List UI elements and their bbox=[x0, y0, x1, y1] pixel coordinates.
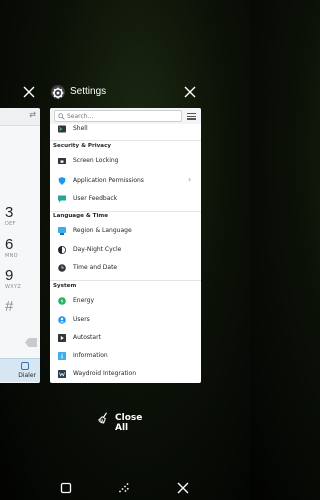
settings-item-day-night-cycle[interactable]: Day-Night Cycle bbox=[50, 242, 201, 258]
settings-item-time-and-date[interactable]: Time and Date bbox=[50, 260, 201, 276]
dial-key-hash[interactable]: # bbox=[5, 299, 35, 315]
settings-item-autostart[interactable]: Autostart bbox=[50, 330, 201, 346]
settings-window-preview[interactable]: Shell Security & Privacy Screen Locking … bbox=[50, 108, 201, 383]
autostart-icon bbox=[58, 334, 66, 342]
users-icon bbox=[58, 316, 66, 324]
section-heading-system: System bbox=[53, 283, 77, 289]
clock-icon bbox=[58, 264, 66, 272]
settings-item-information[interactable]: Information bbox=[50, 348, 201, 364]
divider bbox=[50, 280, 201, 281]
settings-item-user-feedback[interactable]: User Feedback bbox=[50, 191, 201, 207]
dialer-window-preview[interactable]: ⇄ 3 DEF 6 MNO 9 WXYZ # Dialer bbox=[0, 108, 40, 383]
dialer-tab-button[interactable]: Dialer bbox=[0, 358, 40, 382]
shield-icon bbox=[58, 177, 66, 185]
search-icon bbox=[58, 113, 65, 120]
settings-item-waydroid-integration[interactable]: Waydroid Integration bbox=[50, 366, 201, 382]
broom-icon bbox=[98, 412, 108, 424]
home-dots-icon[interactable] bbox=[117, 481, 131, 495]
settings-item-shell[interactable]: Shell bbox=[50, 121, 201, 137]
energy-icon bbox=[58, 297, 66, 305]
search-input[interactable] bbox=[67, 111, 179, 121]
divider bbox=[50, 140, 201, 141]
dial-key-9[interactable]: 9 WXYZ bbox=[5, 268, 35, 291]
waydroid-icon bbox=[58, 370, 66, 378]
settings-item-users[interactable]: Users bbox=[50, 312, 201, 328]
backspace-icon[interactable] bbox=[25, 338, 37, 347]
section-heading-security: Security & Privacy bbox=[53, 143, 112, 149]
close-dialer-card-icon[interactable] bbox=[22, 85, 36, 99]
close-all-button[interactable]: Close All bbox=[98, 411, 158, 433]
chevron-right-icon: › bbox=[188, 175, 192, 184]
section-heading-language: Language & Time bbox=[53, 213, 109, 219]
day-night-icon bbox=[58, 246, 66, 254]
shell-icon bbox=[58, 125, 66, 133]
dialer-topbar: ⇄ bbox=[0, 108, 40, 126]
dial-key-6[interactable]: 6 MNO bbox=[5, 237, 35, 260]
settings-item-energy[interactable]: Energy bbox=[50, 293, 201, 309]
region-icon bbox=[58, 227, 66, 235]
dialpad-icon bbox=[21, 362, 29, 370]
settings-gear-icon bbox=[51, 85, 65, 99]
close-settings-card-icon[interactable] bbox=[183, 85, 197, 99]
feedback-icon bbox=[58, 195, 66, 203]
info-icon bbox=[58, 352, 66, 360]
close-x-icon[interactable] bbox=[176, 481, 190, 495]
settings-item-application-permissions[interactable]: Application Permissions › bbox=[50, 173, 201, 189]
divider bbox=[50, 211, 201, 212]
overview-square-icon[interactable] bbox=[59, 481, 73, 495]
hamburger-menu-icon[interactable] bbox=[186, 111, 197, 121]
settings-item-screen-locking[interactable]: Screen Locking bbox=[50, 153, 201, 169]
window-title: Settings bbox=[70, 86, 107, 97]
screen-lock-icon bbox=[58, 158, 66, 164]
swap-icon: ⇄ bbox=[29, 110, 36, 119]
dial-key-3[interactable]: 3 DEF bbox=[5, 205, 35, 228]
settings-item-region-language[interactable]: Region & Language bbox=[50, 223, 201, 239]
